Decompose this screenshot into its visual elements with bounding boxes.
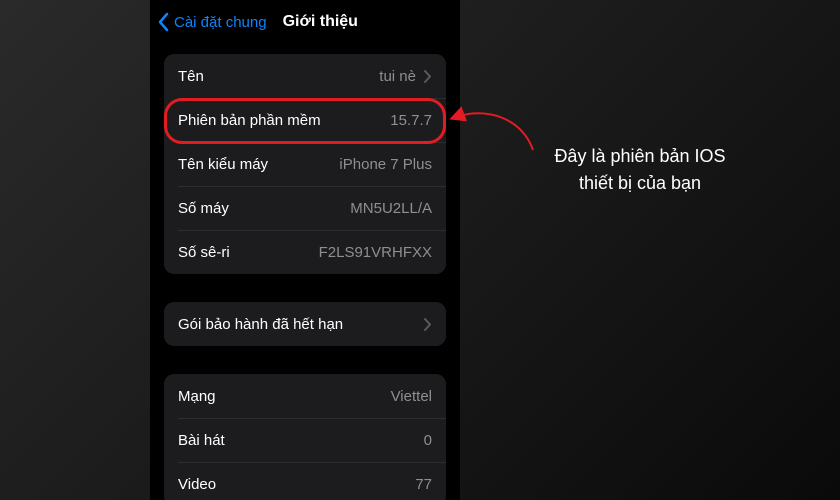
row-warranty[interactable]: Gói bảo hành đã hết hạn <box>164 302 446 346</box>
row-software-version[interactable]: Phiên bản phần mềm 15.7.7 <box>164 98 446 142</box>
row-value: tui nè <box>379 68 432 85</box>
annotation-line-2: thiết bị của bạn <box>525 170 755 197</box>
row-videos[interactable]: Video 77 <box>164 462 446 500</box>
row-label: Phiên bản phần mềm <box>178 112 321 129</box>
row-label: Mạng <box>178 388 216 405</box>
content-scroll[interactable]: Tên tui nè Phiên bản phần mềm 15.7.7 Tên… <box>150 44 460 500</box>
row-value: 0 <box>424 432 432 449</box>
page-title: Giới thiệu <box>283 13 358 31</box>
row-carrier[interactable]: Mạng Viettel <box>164 374 446 418</box>
row-label: Gói bảo hành đã hết hạn <box>178 316 343 333</box>
about-group-1: Tên tui nè Phiên bản phần mềm 15.7.7 Tên… <box>164 54 446 274</box>
row-label: Tên kiểu máy <box>178 156 268 173</box>
row-model-number[interactable]: Số máy MN5U2LL/A <box>164 186 446 230</box>
row-label: Bài hát <box>178 432 225 449</box>
row-name[interactable]: Tên tui nè <box>164 54 446 98</box>
row-value <box>416 318 432 331</box>
annotation-line-1: Đây là phiên bản IOS <box>525 143 755 170</box>
row-value: 77 <box>415 476 432 493</box>
about-group-3: Mạng Viettel Bài hát 0 Video 77 <box>164 374 446 500</box>
row-label: Tên <box>178 68 204 85</box>
back-label: Cài đặt chung <box>174 14 267 31</box>
row-value: iPhone 7 Plus <box>339 156 432 173</box>
back-button[interactable]: Cài đặt chung <box>158 12 267 32</box>
row-serial-number[interactable]: Số sê-ri F2LS91VRHFXX <box>164 230 446 274</box>
row-label: Số sê-ri <box>178 244 230 261</box>
chevron-right-icon <box>424 318 432 331</box>
row-songs[interactable]: Bài hát 0 <box>164 418 446 462</box>
phone-frame: Cài đặt chung Giới thiệu Tên tui nè Phiê… <box>150 0 460 500</box>
row-value: Viettel <box>391 388 432 405</box>
navbar: Cài đặt chung Giới thiệu <box>150 0 460 44</box>
row-value: MN5U2LL/A <box>350 200 432 217</box>
row-model-name[interactable]: Tên kiểu máy iPhone 7 Plus <box>164 142 446 186</box>
row-value: F2LS91VRHFXX <box>319 244 432 261</box>
annotation-text: Đây là phiên bản IOS thiết bị của bạn <box>525 143 755 197</box>
row-label: Số máy <box>178 200 229 217</box>
chevron-left-icon <box>158 12 170 32</box>
chevron-right-icon <box>424 70 432 83</box>
row-value: 15.7.7 <box>390 112 432 129</box>
row-label: Video <box>178 476 216 493</box>
about-group-2: Gói bảo hành đã hết hạn <box>164 302 446 346</box>
